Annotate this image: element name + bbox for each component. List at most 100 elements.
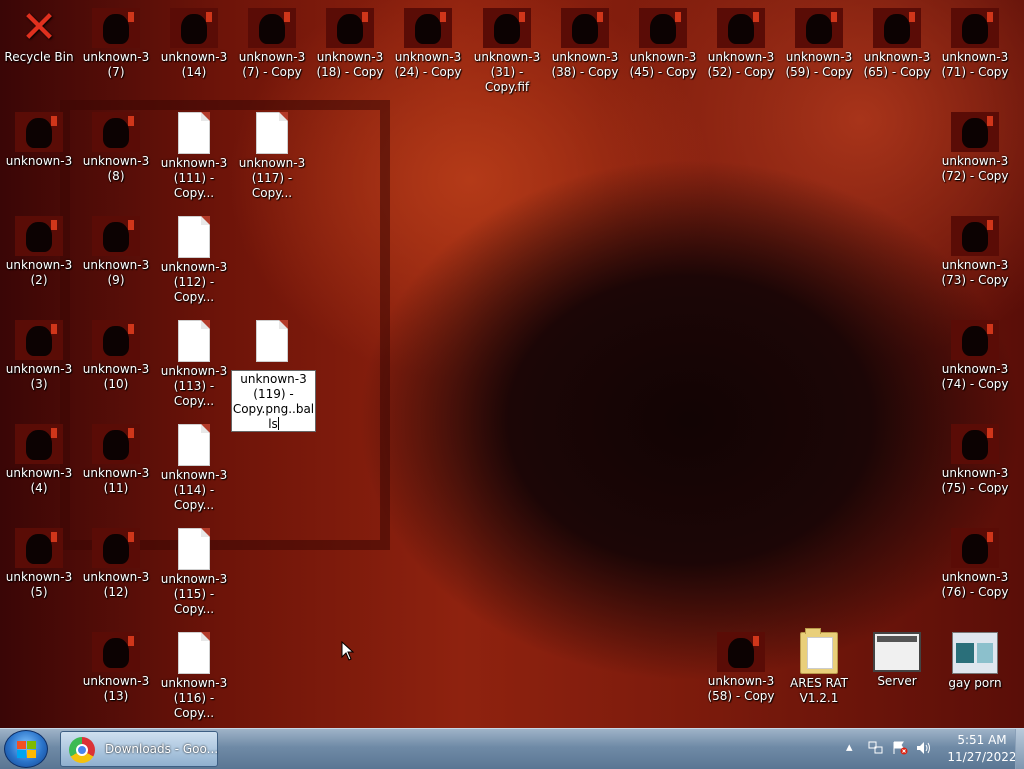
desktop-icon-image[interactable]: unknown-3 (3): [0, 312, 78, 392]
desktop-icon-image[interactable]: unknown-3 (45) - Copy: [624, 0, 702, 80]
image-thumbnail-icon: [15, 112, 63, 152]
desktop-icon-image[interactable]: unknown-3 (8): [77, 104, 155, 184]
desktop-icon-image[interactable]: unknown-3 (71) - Copy: [936, 0, 1014, 80]
document-icon: [256, 112, 288, 154]
icon-label-line2: (112) - Copy...: [173, 275, 215, 304]
desktop-icon-app[interactable]: gay porn: [936, 624, 1014, 691]
desktop-icon-image[interactable]: unknown-3 (10): [77, 312, 155, 392]
icon-label-line2: (13): [103, 689, 129, 703]
desktop-icon-image[interactable]: unknown-3 (74) - Copy: [936, 312, 1014, 392]
taskbar-item-chrome[interactable]: Downloads - Goo...: [60, 731, 218, 767]
icon-label-line1: unknown-3: [551, 50, 619, 64]
image-thumbnail-icon: [795, 8, 843, 48]
volume-icon[interactable]: [916, 741, 932, 759]
icon-label-line1: gay porn: [948, 676, 1002, 690]
image-thumbnail-icon: [483, 8, 531, 48]
icon-label-line2: (115) - Copy...: [173, 587, 215, 616]
document-icon: [178, 632, 210, 674]
desktop-icon-folder[interactable]: ARES RAT V1.2.1: [780, 624, 858, 706]
image-thumbnail-icon: [873, 8, 921, 48]
desktop-icon-image[interactable]: unknown-3 (65) - Copy: [858, 0, 936, 80]
icon-label-line1: unknown-3: [160, 468, 228, 482]
image-thumbnail-icon: [92, 320, 140, 360]
image-thumbnail-icon: [951, 424, 999, 464]
rename-line1: unknown-3: [240, 372, 307, 386]
icon-label-line1: unknown-3: [941, 570, 1009, 584]
desktop-icon-image[interactable]: unknown-3 (12): [77, 520, 155, 600]
desktop-icon-file[interactable]: unknown-3 (112) - Copy...: [155, 208, 233, 305]
icon-label-line2: (113) - Copy...: [173, 379, 215, 408]
image-thumbnail-icon: [951, 216, 999, 256]
network-icon[interactable]: [868, 741, 884, 759]
desktop-icon-image[interactable]: unknown-3 (11): [77, 416, 155, 496]
icon-label-line1: unknown-3: [941, 362, 1009, 376]
icon-label-line1: unknown-3: [5, 258, 73, 272]
desktop-icon-image[interactable]: unknown-3 (38) - Copy: [546, 0, 624, 80]
document-icon: [178, 320, 210, 362]
desktop-icon-file[interactable]: unknown-3 (113) - Copy...: [155, 312, 233, 409]
desktop-icon-image[interactable]: unknown-3: [0, 104, 78, 169]
action-center-icon[interactable]: [892, 741, 908, 759]
desktop-icon-image[interactable]: unknown-3 (5): [0, 520, 78, 600]
desktop-icon-file[interactable]: unknown-3 (111) - Copy...: [155, 104, 233, 201]
chevron-up-icon[interactable]: ▴: [846, 741, 853, 755]
icon-label-line1: unknown-3: [941, 466, 1009, 480]
start-button[interactable]: [4, 730, 48, 768]
desktop-icon-server[interactable]: Server: [858, 624, 936, 689]
desktop-icon-image[interactable]: unknown-3 (59) - Copy: [780, 0, 858, 80]
desktop-icon-image[interactable]: unknown-3 (24) - Copy: [389, 0, 467, 80]
clock[interactable]: 5:51 AM 11/27/2022: [942, 732, 1022, 766]
image-thumbnail-icon: [717, 632, 765, 672]
desktop-icon-image[interactable]: unknown-3 (2): [0, 208, 78, 288]
image-thumbnail-icon: [404, 8, 452, 48]
desktop-icon-image[interactable]: unknown-3 (7): [77, 0, 155, 80]
clock-date: 11/27/2022: [947, 750, 1017, 764]
icon-label-line2: (59) - Copy: [785, 65, 853, 79]
show-desktop-button[interactable]: [1015, 729, 1024, 769]
desktop-icon-image[interactable]: unknown-3 (4): [0, 416, 78, 496]
desktop-icon-image[interactable]: unknown-3 (72) - Copy: [936, 104, 1014, 184]
icon-label-line1: unknown-3: [160, 572, 228, 586]
icon-label-line1: unknown-3: [5, 154, 73, 168]
desktop-icon-file-renaming[interactable]: [233, 312, 311, 364]
image-thumbnail-icon: [561, 8, 609, 48]
image-thumbnail-icon: [639, 8, 687, 48]
image-thumbnail-icon: [92, 8, 140, 48]
icon-label-line2: (4): [30, 481, 48, 495]
desktop-icon-image[interactable]: unknown-3 (7) - Copy: [233, 0, 311, 80]
rename-input[interactable]: unknown-3 (119) - Copy.png..bal ls: [231, 370, 316, 432]
icon-label-line1: unknown-3: [82, 466, 150, 480]
icon-label-line1: unknown-3: [941, 50, 1009, 64]
desktop-icon-file[interactable]: unknown-3 (117) - Copy...: [233, 104, 311, 201]
mouse-pointer-icon: [341, 641, 355, 661]
image-thumbnail-icon: [951, 320, 999, 360]
image-thumbnail-icon: [951, 528, 999, 568]
icon-label-line1: unknown-3: [160, 260, 228, 274]
desktop-icon-file[interactable]: unknown-3 (114) - Copy...: [155, 416, 233, 513]
icon-label-line2: (8): [107, 169, 125, 183]
desktop[interactable]: ✕ Recycle Bin unknown-3 (7) unknown-3 (14)…: [0, 0, 1024, 728]
desktop-icon-image[interactable]: unknown-3 (73) - Copy: [936, 208, 1014, 288]
icon-label-line2: (10): [103, 377, 129, 391]
image-thumbnail-icon: [92, 632, 140, 672]
recycle-bin[interactable]: ✕ Recycle Bin: [0, 0, 78, 65]
icon-label-line2: (24) - Copy: [394, 65, 462, 79]
desktop-icon-image[interactable]: unknown-3 (76) - Copy: [936, 520, 1014, 600]
desktop-icon-image[interactable]: unknown-3 (18) - Copy: [311, 0, 389, 80]
desktop-icon-file[interactable]: unknown-3 (116) - Copy...: [155, 624, 233, 721]
icon-label-line2: (3): [30, 377, 48, 391]
desktop-icon-image[interactable]: unknown-3 (58) - Copy: [702, 624, 780, 704]
desktop-icon-image[interactable]: unknown-3 (9): [77, 208, 155, 288]
desktop-icon-file[interactable]: unknown-3 (115) - Copy...: [155, 520, 233, 617]
desktop-icon-image[interactable]: unknown-3 (31) - Copy.fif: [467, 0, 547, 95]
icon-label-line2: V1.2.1: [799, 691, 839, 705]
document-icon: [256, 320, 288, 362]
desktop-icon-image[interactable]: unknown-3 (14): [155, 0, 233, 80]
desktop-icon-image[interactable]: unknown-3 (13): [77, 624, 155, 704]
icon-label-line2: (52) - Copy: [707, 65, 775, 79]
icon-label-line2: (111) - Copy...: [173, 171, 215, 200]
desktop-icon-image[interactable]: unknown-3 (75) - Copy: [936, 416, 1014, 496]
image-thumbnail-icon: [717, 8, 765, 48]
desktop-icon-image[interactable]: unknown-3 (52) - Copy: [702, 0, 780, 80]
image-thumbnail-icon: [92, 424, 140, 464]
